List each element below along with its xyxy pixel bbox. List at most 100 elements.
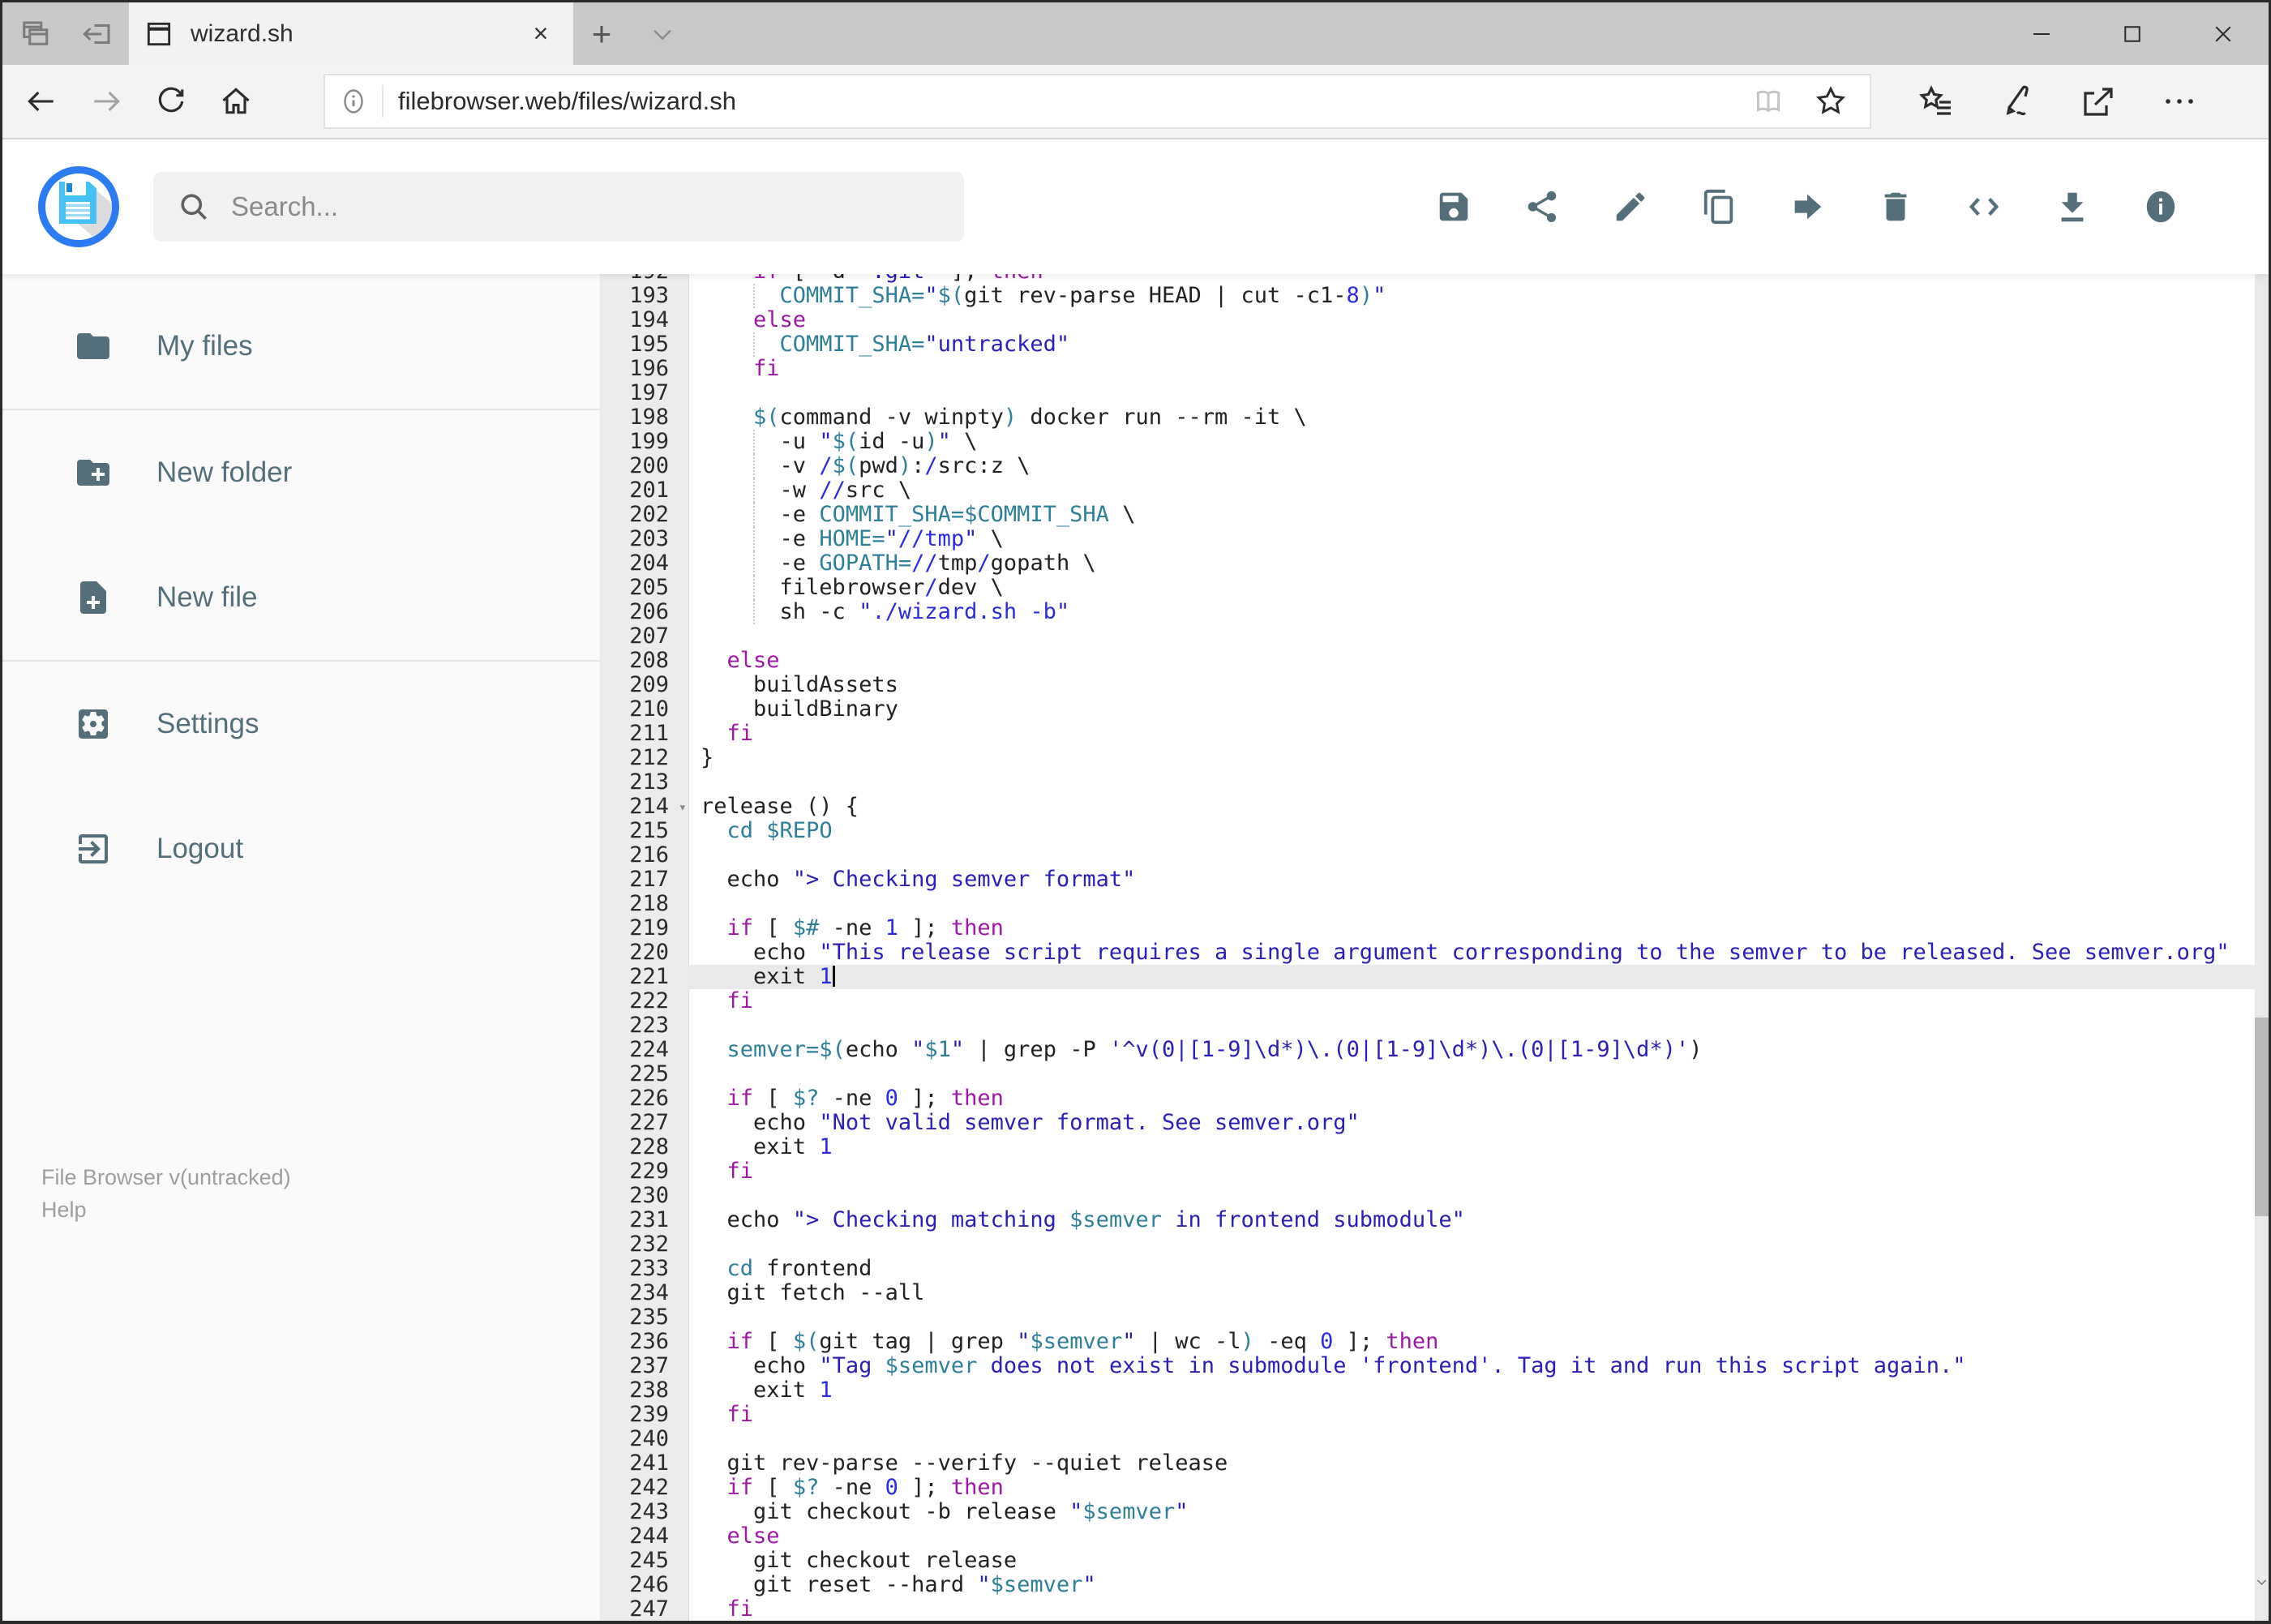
code-text[interactable]: cd $REPO <box>688 819 2256 843</box>
download-button[interactable] <box>2054 188 2091 225</box>
code-line[interactable]: 207 <box>601 624 2256 649</box>
code-line[interactable]: 224 semver=$(echo "$1" | grep -P '^v(0|[… <box>601 1038 2256 1062</box>
code-line[interactable]: 231 echo "> Checking matching $semver in… <box>601 1208 2256 1232</box>
code-editor[interactable]: 192 if [ -d ".git" ]; then193 COMMIT_SHA… <box>600 274 2256 1621</box>
code-text[interactable]: echo "This release script requires a sin… <box>688 941 2256 965</box>
code-text[interactable]: semver=$(echo "$1" | grep -P '^v(0|[1-9]… <box>688 1038 2256 1062</box>
code-line[interactable]: 230 <box>601 1184 2256 1208</box>
tab-preview-button[interactable] <box>2 2 66 65</box>
code-text[interactable]: -e COMMIT_SHA=$COMMIT_SHA \ <box>688 503 2256 527</box>
share-icon[interactable] <box>2079 82 2118 121</box>
code-line[interactable]: 222 fi <box>601 989 2256 1013</box>
code-line[interactable]: 197 <box>601 381 2256 405</box>
code-text[interactable]: sh -c "./wizard.sh -b" <box>688 600 2256 624</box>
forward-button[interactable] <box>80 75 132 127</box>
new-tab-button[interactable]: + <box>573 2 630 65</box>
code-line[interactable]: 201 -w //src \ <box>601 478 2256 503</box>
code-text[interactable]: echo "Tag $semver does not exist in subm… <box>688 1354 2256 1378</box>
code-text[interactable]: else <box>688 1524 2256 1549</box>
favorite-star-icon[interactable] <box>1813 84 1849 119</box>
code-text[interactable]: } <box>688 746 2256 770</box>
copy-button[interactable] <box>1700 188 1738 225</box>
url-text[interactable]: filebrowser.web/files/wizard.sh <box>383 87 1751 116</box>
sidebar-item-settings[interactable]: Settings <box>2 679 600 769</box>
filebrowser-logo[interactable] <box>38 166 119 247</box>
code-text[interactable] <box>688 1013 2256 1038</box>
code-line[interactable]: 247 fi <box>601 1597 2256 1622</box>
page-scrollbar[interactable] <box>2255 139 2269 1621</box>
sidebar-item-my-files[interactable]: My files <box>2 302 600 391</box>
code-text[interactable]: fi <box>688 1597 2256 1622</box>
code-text[interactable]: buildAssets <box>688 673 2256 697</box>
code-line[interactable]: 244 else <box>601 1524 2256 1549</box>
code-line[interactable]: 215 cd $REPO <box>601 819 2256 843</box>
code-text[interactable]: if [ $# -ne 1 ]; then <box>688 916 2256 941</box>
sidebar-item-new-folder[interactable]: New folder <box>2 428 600 517</box>
code-text[interactable]: else <box>688 308 2256 332</box>
code-line[interactable]: 245 git checkout release <box>601 1549 2256 1573</box>
code-line[interactable]: 232 <box>601 1232 2256 1257</box>
code-text[interactable]: release () { <box>688 795 2256 819</box>
set-tabs-aside-button[interactable] <box>66 2 129 65</box>
code-text[interactable]: if [ $? -ne 0 ]; then <box>688 1086 2256 1111</box>
code-text[interactable] <box>688 892 2256 916</box>
code-line[interactable]: 212} <box>601 746 2256 770</box>
code-text[interactable]: -u "$(id -u)" \ <box>688 430 2256 454</box>
code-line[interactable]: 208 else <box>601 649 2256 673</box>
code-text[interactable] <box>688 843 2256 868</box>
code-line[interactable]: 229 fi <box>601 1159 2256 1184</box>
code-text[interactable]: exit 1 <box>688 965 2256 989</box>
code-text[interactable]: -w //src \ <box>688 478 2256 503</box>
code-line[interactable]: 228 exit 1 <box>601 1135 2256 1159</box>
code-line[interactable]: 234 git fetch --all <box>601 1281 2256 1305</box>
code-text[interactable] <box>688 1184 2256 1208</box>
code-text[interactable] <box>688 1427 2256 1451</box>
code-line[interactable]: 235 <box>601 1305 2256 1330</box>
code-line[interactable]: 220 echo "This release script requires a… <box>601 941 2256 965</box>
delete-button[interactable] <box>1877 188 1914 225</box>
code-line[interactable]: 233 cd frontend <box>601 1257 2256 1281</box>
code-line[interactable]: 211 fi <box>601 722 2256 746</box>
code-text[interactable]: fi <box>688 357 2256 381</box>
code-line[interactable]: 205 filebrowser/dev \ <box>601 576 2256 600</box>
code-text[interactable] <box>688 624 2256 649</box>
edit-button[interactable] <box>1612 188 1649 225</box>
code-text[interactable]: fi <box>688 1403 2256 1427</box>
code-line[interactable]: 194 else <box>601 308 2256 332</box>
code-line[interactable]: 217 echo "> Checking semver format" <box>601 868 2256 892</box>
code-text[interactable]: echo "> Checking semver format" <box>688 868 2256 892</box>
refresh-button[interactable] <box>145 75 197 127</box>
code-line[interactable]: 216 <box>601 843 2256 868</box>
code-text[interactable]: echo "Not valid semver format. See semve… <box>688 1111 2256 1135</box>
code-text[interactable]: echo "> Checking matching $semver in fro… <box>688 1208 2256 1232</box>
code-line[interactable]: 203 -e HOME="//tmp" \ <box>601 527 2256 551</box>
share-file-button[interactable] <box>1523 188 1561 225</box>
code-line[interactable]: 240 <box>601 1427 2256 1451</box>
code-text[interactable]: exit 1 <box>688 1135 2256 1159</box>
code-line[interactable]: 238 exit 1 <box>601 1378 2256 1403</box>
tab-list-button[interactable] <box>630 2 695 65</box>
sidebar-item-new-file[interactable]: New file <box>2 553 600 642</box>
code-line[interactable]: 239 fi <box>601 1403 2256 1427</box>
search-input[interactable]: Search... <box>153 172 964 242</box>
back-button[interactable] <box>15 75 67 127</box>
code-text[interactable]: -e GOPATH=//tmp/gopath \ <box>688 551 2256 576</box>
code-line[interactable]: 246 git reset --hard "$semver" <box>601 1573 2256 1597</box>
code-text[interactable]: git checkout release <box>688 1549 2256 1573</box>
code-line[interactable]: 226 if [ $? -ne 0 ]; then <box>601 1086 2256 1111</box>
code-line[interactable]: 206 sh -c "./wizard.sh -b" <box>601 600 2256 624</box>
code-line[interactable]: 219 if [ $# -ne 1 ]; then <box>601 916 2256 941</box>
code-line[interactable]: 223 <box>601 1013 2256 1038</box>
tab-close-icon[interactable]: × <box>523 19 559 49</box>
code-line[interactable]: 221 exit 1 <box>601 965 2256 989</box>
close-window-button[interactable] <box>2178 2 2269 65</box>
save-button[interactable] <box>1435 188 1472 225</box>
code-text[interactable] <box>688 770 2256 795</box>
code-text[interactable]: git checkout -b release "$semver" <box>688 1500 2256 1524</box>
code-text[interactable] <box>688 1305 2256 1330</box>
fold-arrow-icon[interactable]: ▾ <box>679 795 687 820</box>
code-text[interactable]: exit 1 <box>688 1378 2256 1403</box>
code-text[interactable]: if [ $(git tag | grep "$semver" | wc -l)… <box>688 1330 2256 1354</box>
address-bar[interactable]: filebrowser.web/files/wizard.sh <box>324 74 1871 129</box>
code-line[interactable]: 218 <box>601 892 2256 916</box>
